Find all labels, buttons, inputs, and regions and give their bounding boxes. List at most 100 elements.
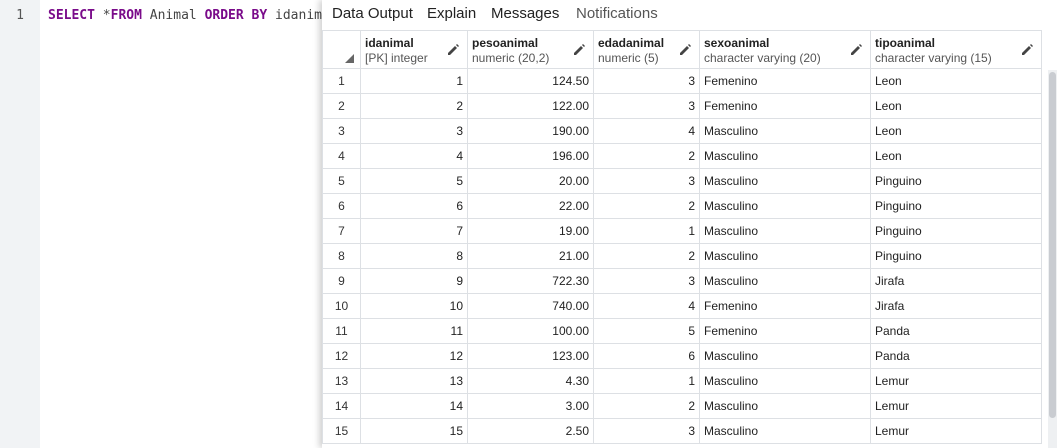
- cell-sexoanimal[interactable]: Masculino: [699, 268, 871, 294]
- vertical-scrollbar-thumb[interactable]: [1049, 72, 1056, 418]
- tab-messages[interactable]: Messages: [491, 5, 559, 22]
- table-row[interactable]: 15 15 2.50 3 Masculino Lemur: [322, 418, 1042, 444]
- cell-tipoanimal[interactable]: Lemur: [870, 393, 1042, 419]
- cell-idanimal[interactable]: 15: [360, 418, 468, 444]
- table-row[interactable]: 3 3 190.00 4 Masculino Leon: [322, 118, 1042, 144]
- cell-sexoanimal[interactable]: Masculino: [699, 368, 871, 394]
- row-number[interactable]: 15: [322, 418, 361, 444]
- row-number[interactable]: 12: [322, 343, 361, 369]
- cell-tipoanimal[interactable]: Pinguino: [870, 193, 1042, 219]
- table-row[interactable]: 12 12 123.00 6 Masculino Panda: [322, 343, 1042, 369]
- cell-edadanimal[interactable]: 2: [593, 143, 700, 169]
- cell-tipoanimal[interactable]: Pinguino: [870, 168, 1042, 194]
- column-header-pesoanimal[interactable]: pesoanimal numeric (20,2): [467, 30, 594, 69]
- cell-idanimal[interactable]: 2: [360, 93, 468, 119]
- tab-explain[interactable]: Explain: [427, 5, 476, 22]
- sql-code-line[interactable]: SELECT *FROM Animal ORDER BY idanimal;: [48, 8, 345, 23]
- cell-tipoanimal[interactable]: Lemur: [870, 418, 1042, 444]
- edit-pencil-icon[interactable]: [1021, 44, 1033, 56]
- cell-tipoanimal[interactable]: Leon: [870, 93, 1042, 119]
- edit-pencil-icon[interactable]: [573, 44, 585, 56]
- cell-idanimal[interactable]: 12: [360, 343, 468, 369]
- table-row[interactable]: 8 8 21.00 2 Masculino Pinguino: [322, 243, 1042, 269]
- row-number[interactable]: 8: [322, 243, 361, 269]
- cell-tipoanimal[interactable]: Leon: [870, 118, 1042, 144]
- cell-pesoanimal[interactable]: 3.00: [467, 393, 594, 419]
- cell-pesoanimal[interactable]: 123.00: [467, 343, 594, 369]
- cell-sexoanimal[interactable]: Masculino: [699, 193, 871, 219]
- row-number[interactable]: 9: [322, 268, 361, 294]
- column-header-edadanimal[interactable]: edadanimal numeric (5): [593, 30, 700, 69]
- cell-idanimal[interactable]: 10: [360, 293, 468, 319]
- table-row[interactable]: 6 6 22.00 2 Masculino Pinguino: [322, 193, 1042, 219]
- cell-idanimal[interactable]: 13: [360, 368, 468, 394]
- cell-pesoanimal[interactable]: 190.00: [467, 118, 594, 144]
- cell-idanimal[interactable]: 8: [360, 243, 468, 269]
- cell-idanimal[interactable]: 4: [360, 143, 468, 169]
- row-number[interactable]: 13: [322, 368, 361, 394]
- cell-pesoanimal[interactable]: 4.30: [467, 368, 594, 394]
- cell-edadanimal[interactable]: 4: [593, 118, 700, 144]
- cell-edadanimal[interactable]: 1: [593, 218, 700, 244]
- table-row[interactable]: 10 10 740.00 4 Femenino Jirafa: [322, 293, 1042, 319]
- cell-idanimal[interactable]: 5: [360, 168, 468, 194]
- tab-data-output[interactable]: Data Output: [332, 5, 413, 22]
- cell-idanimal[interactable]: 14: [360, 393, 468, 419]
- cell-sexoanimal[interactable]: Femenino: [699, 93, 871, 119]
- cell-sexoanimal[interactable]: Masculino: [699, 143, 871, 169]
- table-row[interactable]: 13 13 4.30 1 Masculino Lemur: [322, 368, 1042, 394]
- cell-pesoanimal[interactable]: 100.00: [467, 318, 594, 344]
- table-row[interactable]: 2 2 122.00 3 Femenino Leon: [322, 93, 1042, 119]
- cell-edadanimal[interactable]: 6: [593, 343, 700, 369]
- cell-pesoanimal[interactable]: 124.50: [467, 68, 594, 94]
- cell-edadanimal[interactable]: 1: [593, 368, 700, 394]
- column-header-idanimal[interactable]: idanimal [PK] integer: [360, 30, 468, 69]
- cell-pesoanimal[interactable]: 196.00: [467, 143, 594, 169]
- row-number[interactable]: 11: [322, 318, 361, 344]
- row-number[interactable]: 1: [322, 68, 361, 94]
- cell-sexoanimal[interactable]: Masculino: [699, 343, 871, 369]
- row-number[interactable]: 7: [322, 218, 361, 244]
- row-number[interactable]: 5: [322, 168, 361, 194]
- cell-edadanimal[interactable]: 3: [593, 268, 700, 294]
- cell-pesoanimal[interactable]: 740.00: [467, 293, 594, 319]
- cell-sexoanimal[interactable]: Femenino: [699, 68, 871, 94]
- edit-pencil-icon[interactable]: [850, 44, 862, 56]
- table-row[interactable]: 4 4 196.00 2 Masculino Leon: [322, 143, 1042, 169]
- select-all-corner[interactable]: [322, 30, 361, 69]
- cell-pesoanimal[interactable]: 22.00: [467, 193, 594, 219]
- table-row[interactable]: 5 5 20.00 3 Masculino Pinguino: [322, 168, 1042, 194]
- cell-edadanimal[interactable]: 2: [593, 193, 700, 219]
- row-number[interactable]: 10: [322, 293, 361, 319]
- row-number[interactable]: 3: [322, 118, 361, 144]
- cell-tipoanimal[interactable]: Jirafa: [870, 268, 1042, 294]
- cell-tipoanimal[interactable]: Leon: [870, 68, 1042, 94]
- table-row[interactable]: 1 1 124.50 3 Femenino Leon: [322, 68, 1042, 94]
- cell-edadanimal[interactable]: 3: [593, 93, 700, 119]
- cell-idanimal[interactable]: 3: [360, 118, 468, 144]
- row-number[interactable]: 14: [322, 393, 361, 419]
- cell-sexoanimal[interactable]: Masculino: [699, 418, 871, 444]
- cell-tipoanimal[interactable]: Pinguino: [870, 243, 1042, 269]
- tab-notifications[interactable]: Notifications: [576, 5, 658, 22]
- cell-edadanimal[interactable]: 3: [593, 168, 700, 194]
- cell-sexoanimal[interactable]: Femenino: [699, 293, 871, 319]
- cell-pesoanimal[interactable]: 122.00: [467, 93, 594, 119]
- cell-tipoanimal[interactable]: Leon: [870, 143, 1042, 169]
- cell-sexoanimal[interactable]: Masculino: [699, 243, 871, 269]
- row-number[interactable]: 4: [322, 143, 361, 169]
- column-header-sexoanimal[interactable]: sexoanimal character varying (20): [699, 30, 871, 69]
- cell-edadanimal[interactable]: 2: [593, 243, 700, 269]
- cell-pesoanimal[interactable]: 722.30: [467, 268, 594, 294]
- table-row[interactable]: 14 14 3.00 2 Masculino Lemur: [322, 393, 1042, 419]
- cell-tipoanimal[interactable]: Panda: [870, 318, 1042, 344]
- cell-idanimal[interactable]: 6: [360, 193, 468, 219]
- cell-sexoanimal[interactable]: Masculino: [699, 118, 871, 144]
- cell-edadanimal[interactable]: 5: [593, 318, 700, 344]
- cell-tipoanimal[interactable]: Panda: [870, 343, 1042, 369]
- cell-idanimal[interactable]: 7: [360, 218, 468, 244]
- cell-pesoanimal[interactable]: 19.00: [467, 218, 594, 244]
- table-row[interactable]: 11 11 100.00 5 Femenino Panda: [322, 318, 1042, 344]
- cell-idanimal[interactable]: 9: [360, 268, 468, 294]
- cell-edadanimal[interactable]: 2: [593, 393, 700, 419]
